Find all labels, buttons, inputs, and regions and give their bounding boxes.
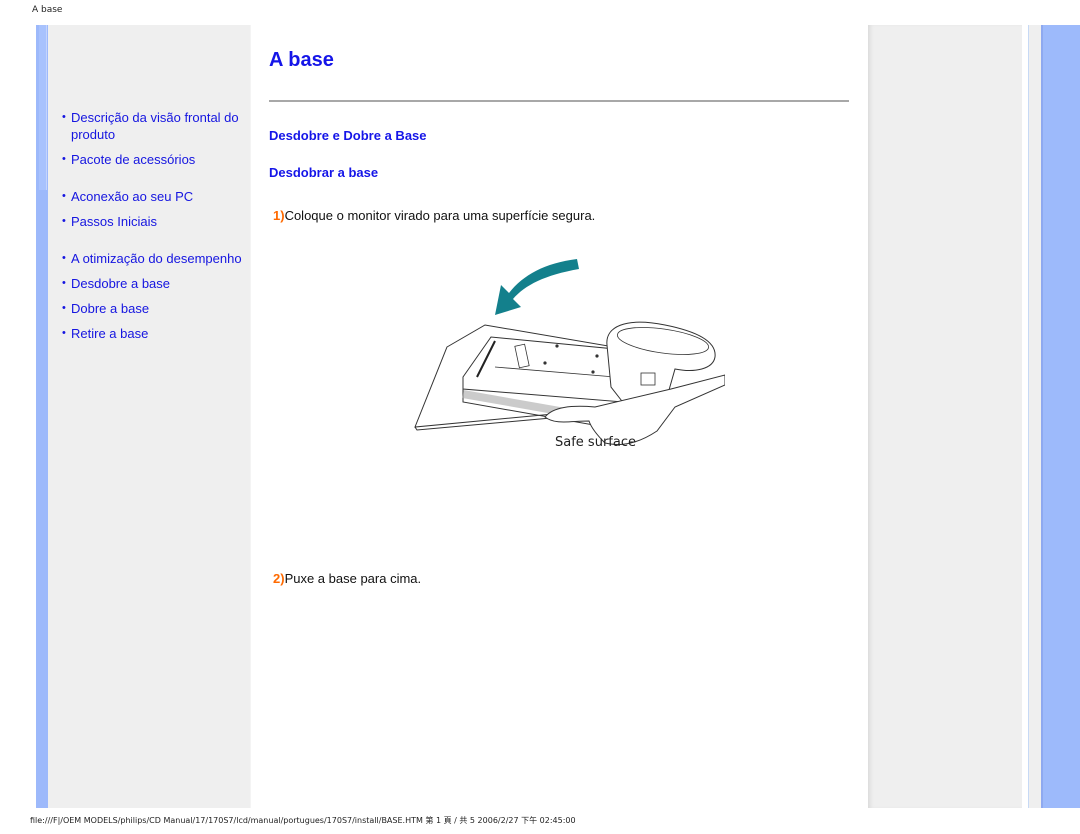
curved-arrow-icon <box>495 259 579 315</box>
monitor-illustration-icon <box>414 259 726 445</box>
left-accent-bar-highlight <box>39 25 47 190</box>
sidebar: Descrição da visão frontal do produto Pa… <box>48 25 250 808</box>
subsection-heading: Desdobrar a base <box>269 165 379 180</box>
sidebar-link[interactable]: Desdobre a base <box>71 276 170 291</box>
sidebar-item-fold-base[interactable]: Dobre a base <box>62 300 252 317</box>
sidebar-link[interactable]: Dobre a base <box>71 301 149 316</box>
step-number: 1) <box>273 208 285 223</box>
sidebar-link[interactable]: Descrição da visão frontal do produto <box>71 110 239 142</box>
sidebar-link[interactable]: Aconexão ao seu PC <box>71 189 193 204</box>
sidebar-link[interactable]: Retire a base <box>71 326 148 341</box>
right-panel <box>868 25 1022 808</box>
sidebar-item-optimize[interactable]: A otimização do desempenho <box>62 250 252 267</box>
sidebar-item-getting-started[interactable]: Passos Iniciais <box>62 213 252 230</box>
main-content: A base Desdobre e Dobre a Base Desdobrar… <box>250 25 869 808</box>
sidebar-nav: Descrição da visão frontal do produto Pa… <box>62 109 252 342</box>
step-text: Coloque o monitor virado para uma superf… <box>284 208 596 223</box>
page-frame: Descrição da visão frontal do produto Pa… <box>36 25 1080 808</box>
safe-surface-illustration: Safe surface <box>395 257 726 462</box>
left-accent-bar <box>36 25 48 808</box>
page-header-title: A base <box>32 5 63 15</box>
sidebar-item-unfold-base[interactable]: Desdobre a base <box>62 275 252 292</box>
sidebar-item-front-view[interactable]: Descrição da visão frontal do produto <box>62 109 252 143</box>
sidebar-link[interactable]: Passos Iniciais <box>71 214 157 229</box>
section-heading: Desdobre e Dobre a Base <box>269 128 427 143</box>
sidebar-item-connect-pc[interactable]: Aconexão ao seu PC <box>62 188 252 205</box>
step-text: Puxe a base para cima. <box>284 571 422 586</box>
sidebar-link[interactable]: A otimização do desempenho <box>71 251 242 266</box>
sidebar-item-accessories[interactable]: Pacote de acessórios <box>62 151 252 168</box>
step-number: 2) <box>273 571 285 586</box>
right-gap <box>1029 25 1041 808</box>
right-accent-bar <box>1041 25 1080 808</box>
sidebar-link[interactable]: Pacote de acessórios <box>71 152 195 167</box>
step-2: 2)Puxe a base para cima. <box>273 571 421 586</box>
figure-caption: Safe surface <box>555 435 636 450</box>
divider <box>269 100 849 102</box>
page-footer: file:///F|/OEM MODELS/philips/CD Manual/… <box>30 816 576 825</box>
step-1: 1)Coloque o monitor virado para uma supe… <box>273 208 595 223</box>
page-title: A base <box>269 49 334 71</box>
sidebar-item-remove-base[interactable]: Retire a base <box>62 325 252 342</box>
